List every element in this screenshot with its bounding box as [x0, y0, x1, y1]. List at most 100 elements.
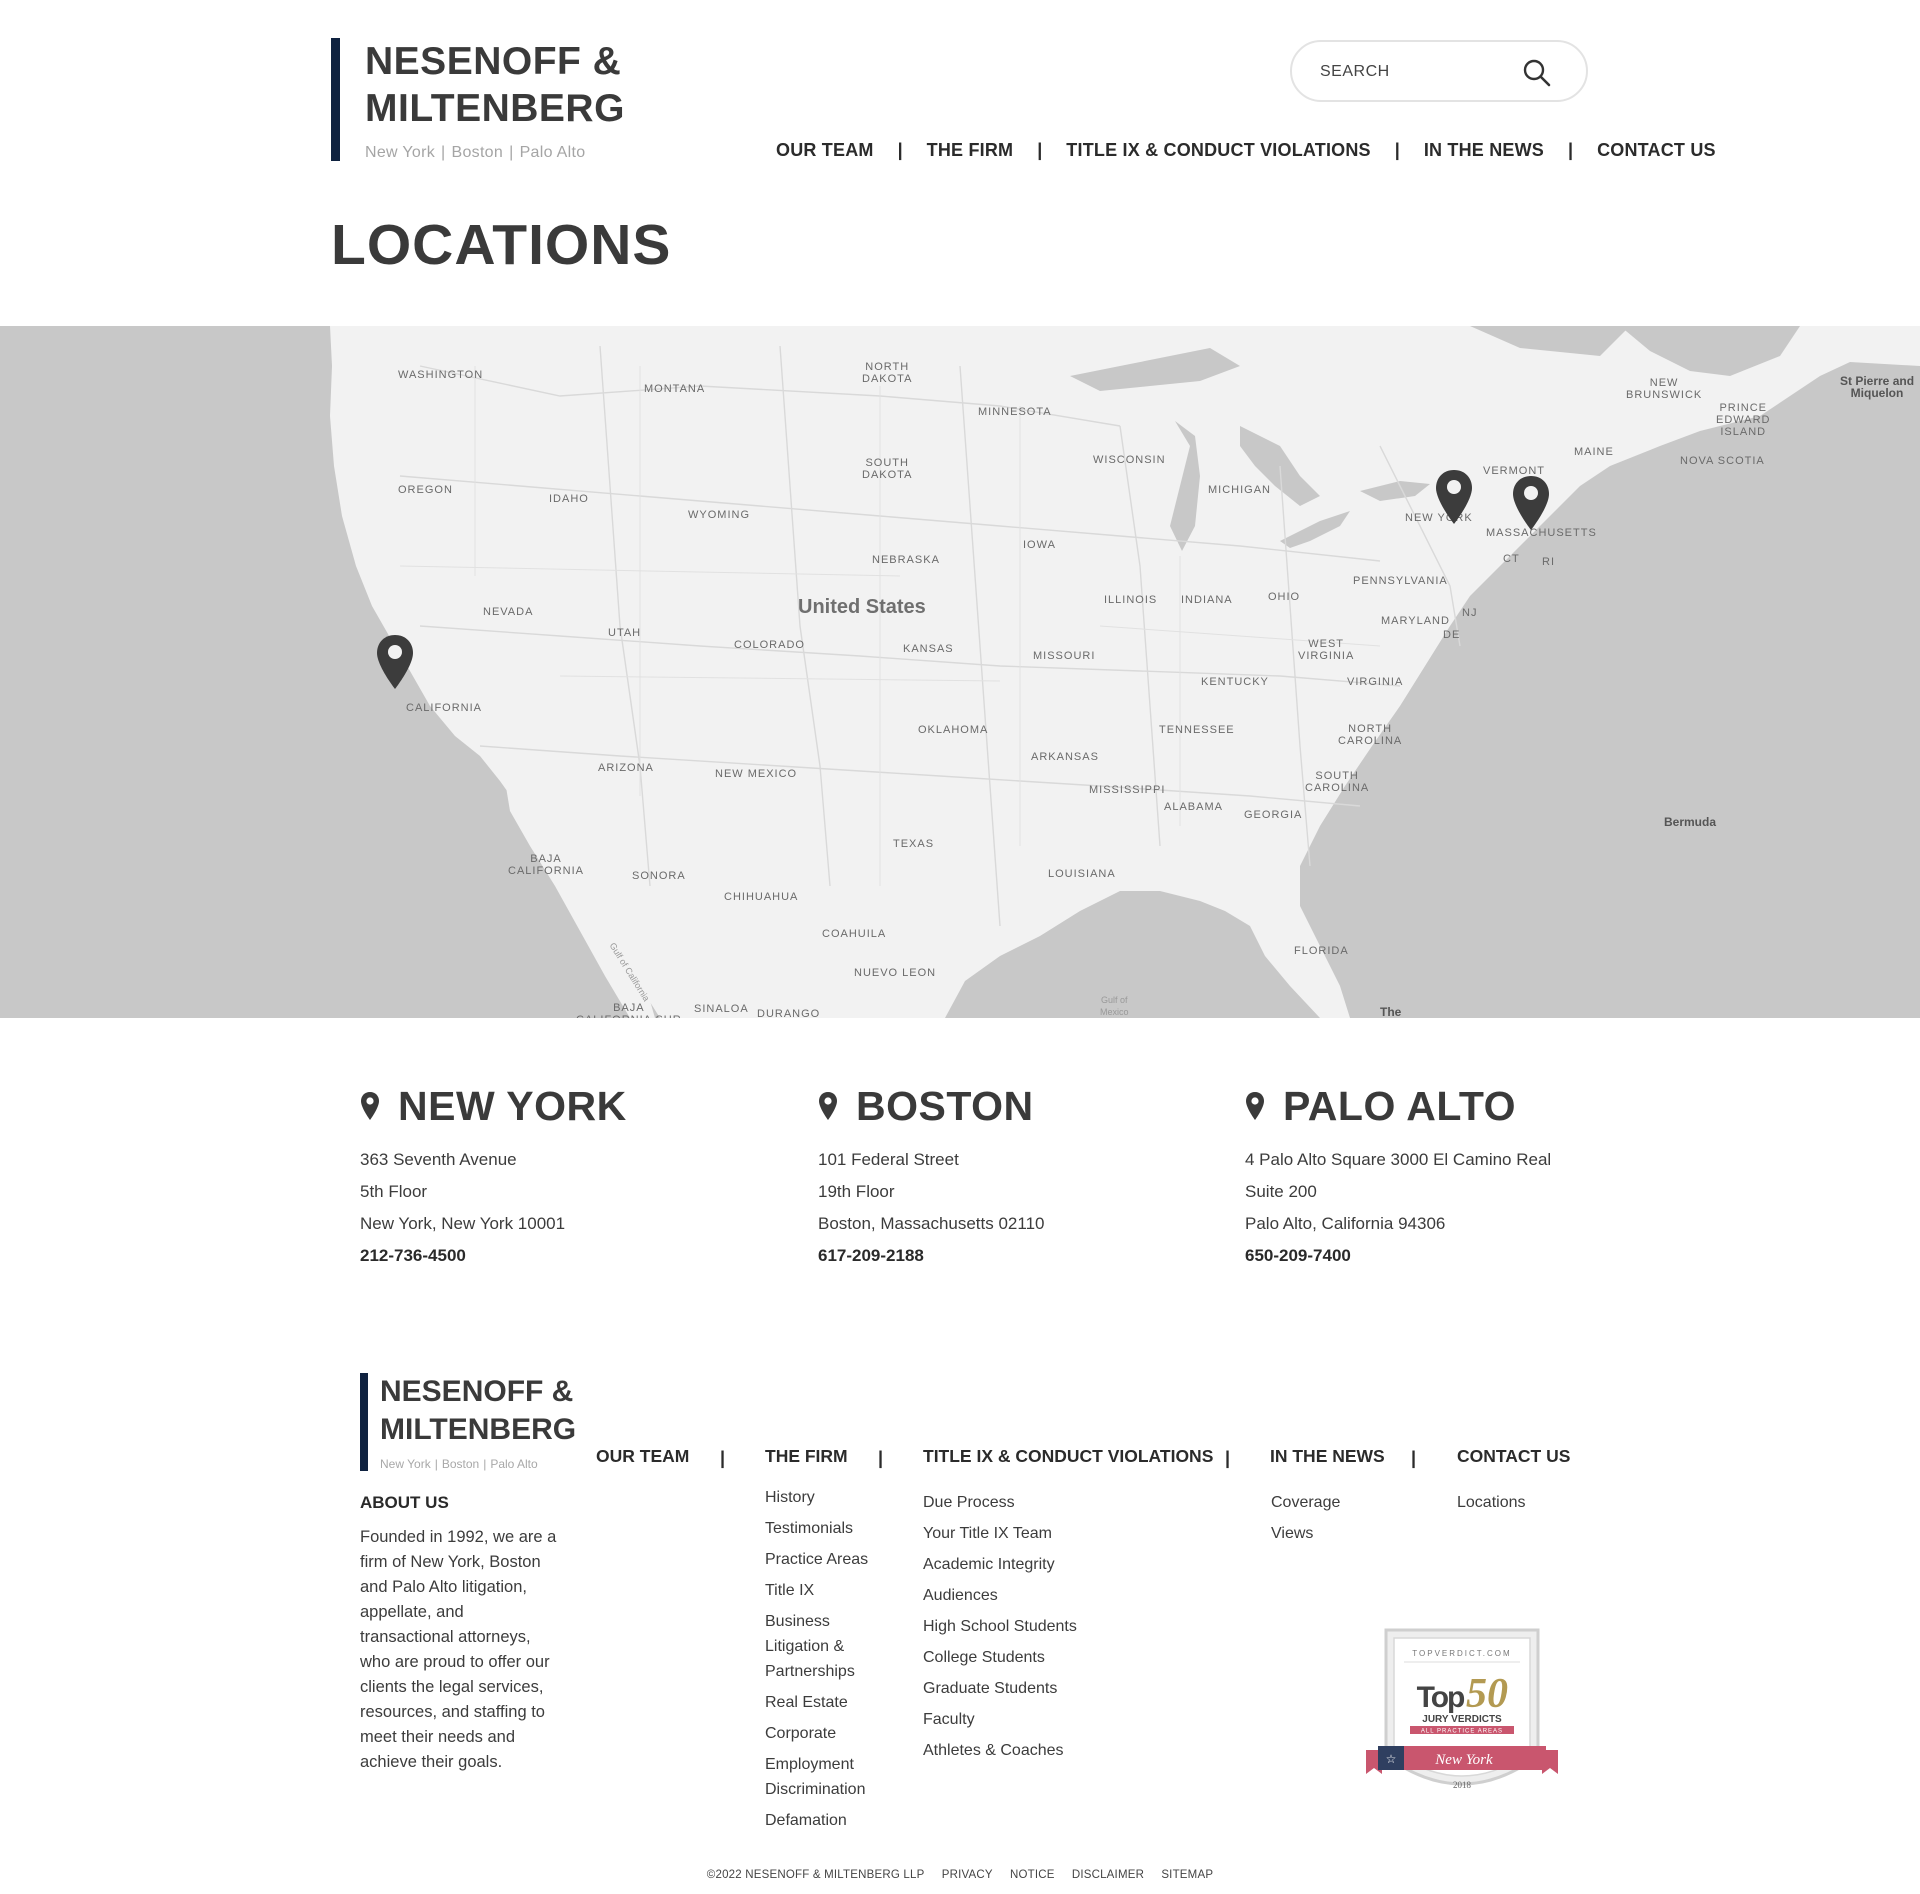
nav-the-firm[interactable]: THE FIRM — [927, 140, 1014, 161]
footer-link[interactable]: Your Title IX Team — [923, 1525, 1052, 1542]
footer-link-item[interactable]: Defamation — [765, 1808, 890, 1833]
office-card-boston: BOSTON 101 Federal Street 19th Floor Bos… — [818, 1082, 1045, 1266]
map-label: CHIHUAHUA — [724, 891, 799, 903]
footer-link[interactable]: Graduate Students — [923, 1680, 1057, 1697]
footer-link-item[interactable]: Faculty — [923, 1707, 1183, 1732]
map-label: NORTH CAROLINA — [1338, 723, 1403, 747]
footer-link[interactable]: Coverage — [1271, 1494, 1340, 1511]
footer-link[interactable]: Audiences — [923, 1587, 998, 1604]
map-label: ILLINOIS — [1104, 594, 1158, 606]
office-card-palo-alto: PALO ALTO 4 Palo Alto Square 3000 El Cam… — [1245, 1082, 1551, 1266]
badge-line1: JURY VERDICTS — [1422, 1714, 1502, 1725]
footer-link[interactable]: Academic Integrity — [923, 1556, 1055, 1573]
footer-link-item[interactable]: Practice Areas — [765, 1547, 890, 1572]
footer-nav-contact-us[interactable]: CONTACT US — [1457, 1446, 1570, 1467]
footer-link-item[interactable]: Employment Discrimination — [765, 1752, 890, 1802]
footer-link[interactable]: Employment Discrimination — [765, 1756, 865, 1798]
footer-link-item[interactable]: Your Title IX Team — [923, 1521, 1183, 1546]
footer-link-item[interactable]: Academic Integrity — [923, 1552, 1183, 1577]
map-label: FLORIDA — [1294, 945, 1349, 957]
footer-link[interactable]: Real Estate — [765, 1694, 848, 1711]
footer-link[interactable]: Locations — [1457, 1494, 1526, 1511]
footer-link[interactable]: Title IX — [765, 1582, 814, 1599]
map-label: MISSOURI — [1033, 650, 1096, 662]
footer-nav-in-the-news[interactable]: IN THE NEWS — [1270, 1446, 1385, 1467]
footer-link-item[interactable]: Due Process — [923, 1490, 1183, 1515]
map-label: KENTUCKY — [1201, 676, 1269, 688]
footer-link[interactable]: Views — [1271, 1525, 1313, 1542]
footer-link[interactable]: Testimonials — [765, 1520, 853, 1537]
top-verdict-badge[interactable]: TOPVERDICT.COM Top 50 JURY VERDICTS ALL … — [1364, 1626, 1560, 1812]
legal-link-sitemap[interactable]: SITEMAP — [1161, 1869, 1213, 1881]
footer-link-item[interactable]: Business Litigation & Partnerships — [765, 1609, 890, 1684]
map-label: NEW BRUNSWICK — [1626, 377, 1703, 401]
footer-link-item[interactable]: Coverage — [1271, 1490, 1411, 1515]
footer-link[interactable]: Athletes & Coaches — [923, 1742, 1064, 1759]
footer-link[interactable]: Business Litigation & Partnerships — [765, 1613, 855, 1680]
footer-link-item[interactable]: Title IX — [765, 1578, 890, 1603]
footer-logo[interactable]: NESENOFF & MILTENBERG New York | Boston | Pa… — [360, 1373, 576, 1471]
legal-link-disclaimer[interactable]: DISCLAIMER — [1072, 1869, 1144, 1881]
office-phone[interactable]: 617-209-2188 — [818, 1246, 1045, 1266]
footer-link-item[interactable]: Audiences — [923, 1583, 1183, 1608]
footer-link[interactable]: History — [765, 1489, 815, 1506]
footer-link-item[interactable]: Testimonials — [765, 1516, 890, 1541]
footer-link-item[interactable]: History — [765, 1485, 890, 1510]
nav-contact-us[interactable]: CONTACT US — [1597, 140, 1716, 161]
office-address-line: 363 Seventh Avenue — [360, 1150, 517, 1169]
footer-link[interactable]: College Students — [923, 1649, 1045, 1666]
footer-link-item[interactable]: Athletes & Coaches — [923, 1738, 1183, 1763]
nav-our-team[interactable]: OUR TEAM — [776, 140, 874, 161]
footer-link-item[interactable]: Locations — [1457, 1490, 1597, 1515]
footer-link[interactable]: High School Students — [923, 1618, 1077, 1635]
map-label: NEW MEXICO — [715, 768, 798, 780]
footer-link-item[interactable]: College Students — [923, 1645, 1183, 1670]
map-marker-palo-alto[interactable] — [375, 633, 415, 691]
search-input[interactable] — [1320, 58, 1520, 86]
office-phone[interactable]: 650-209-7400 — [1245, 1246, 1551, 1266]
footer-list-title-ix: Due Process Your Title IX Team Academic … — [923, 1490, 1183, 1769]
office-address-line: 101 Federal Street — [818, 1150, 959, 1169]
map-label: SOUTH CAROLINA — [1305, 770, 1370, 794]
locations-map[interactable]: WASHINGTON MONTANA NORTH DAKOTA MINNESOT… — [0, 326, 1920, 1018]
footer-nav-title-ix[interactable]: TITLE IX & CONDUCT VIOLATIONS — [923, 1446, 1213, 1467]
legal-link-privacy[interactable]: PRIVACY — [942, 1869, 993, 1881]
footer-link[interactable]: Corporate — [765, 1725, 836, 1742]
footer-link-item[interactable]: Corporate — [765, 1721, 890, 1746]
nav-separator: | — [1037, 139, 1043, 160]
footer-logo-name: NESENOFF & MILTENBERG — [380, 1375, 577, 1446]
office-card-new-york: NEW YORK 363 Seventh Avenue 5th Floor Ne… — [360, 1082, 627, 1266]
office-address-line: Palo Alto, California 94306 — [1245, 1214, 1446, 1233]
office-address-line: Boston, Massachusetts 02110 — [818, 1214, 1045, 1233]
footer-link-item[interactable]: Views — [1271, 1521, 1411, 1546]
footer-link[interactable]: Faculty — [923, 1711, 975, 1728]
search-icon[interactable] — [1522, 58, 1552, 88]
footer-link-item[interactable]: High School Students — [923, 1614, 1183, 1639]
map-label: St Pierre and Miquelon — [1840, 374, 1915, 400]
map-marker-boston[interactable] — [1511, 474, 1551, 532]
nav-in-the-news[interactable]: IN THE NEWS — [1424, 140, 1544, 161]
map-label: MINNESOTA — [978, 406, 1052, 418]
map-label: BAJA CALIFORNIA SUR — [576, 1002, 681, 1018]
nav-title-ix[interactable]: TITLE IX & CONDUCT VIOLATIONS — [1066, 140, 1370, 161]
footer-link-item[interactable]: Real Estate — [765, 1690, 890, 1715]
footer-link[interactable]: Due Process — [923, 1494, 1015, 1511]
site-logo[interactable]: NESENOFF & MILTENBERG New York | Boston | Pa… — [331, 38, 625, 161]
about-title: ABOUT US — [360, 1493, 449, 1512]
map-label: PENNSYLVANIA — [1353, 575, 1448, 587]
footer-nav-the-firm[interactable]: THE FIRM — [765, 1446, 848, 1467]
map-label: ALABAMA — [1164, 801, 1223, 813]
footer-nav-our-team[interactable]: OUR TEAM — [596, 1446, 689, 1467]
footer-link[interactable]: Defamation — [765, 1812, 847, 1829]
location-pin-icon — [819, 1092, 837, 1120]
map-label: NJ — [1462, 607, 1478, 619]
office-phone[interactable]: 212-736-4500 — [360, 1246, 627, 1266]
map-marker-new-york[interactable] — [1434, 468, 1474, 526]
footer-link-item[interactable]: Graduate Students — [923, 1676, 1183, 1701]
map-label: COLORADO — [734, 639, 805, 651]
footer-link[interactable]: Practice Areas — [765, 1551, 868, 1568]
map-label: LOUISIANA — [1048, 868, 1116, 880]
office-name: BOSTON — [856, 1082, 1034, 1129]
legal-link-notice[interactable]: NOTICE — [1010, 1869, 1055, 1881]
map-label: MARYLAND — [1381, 615, 1450, 627]
